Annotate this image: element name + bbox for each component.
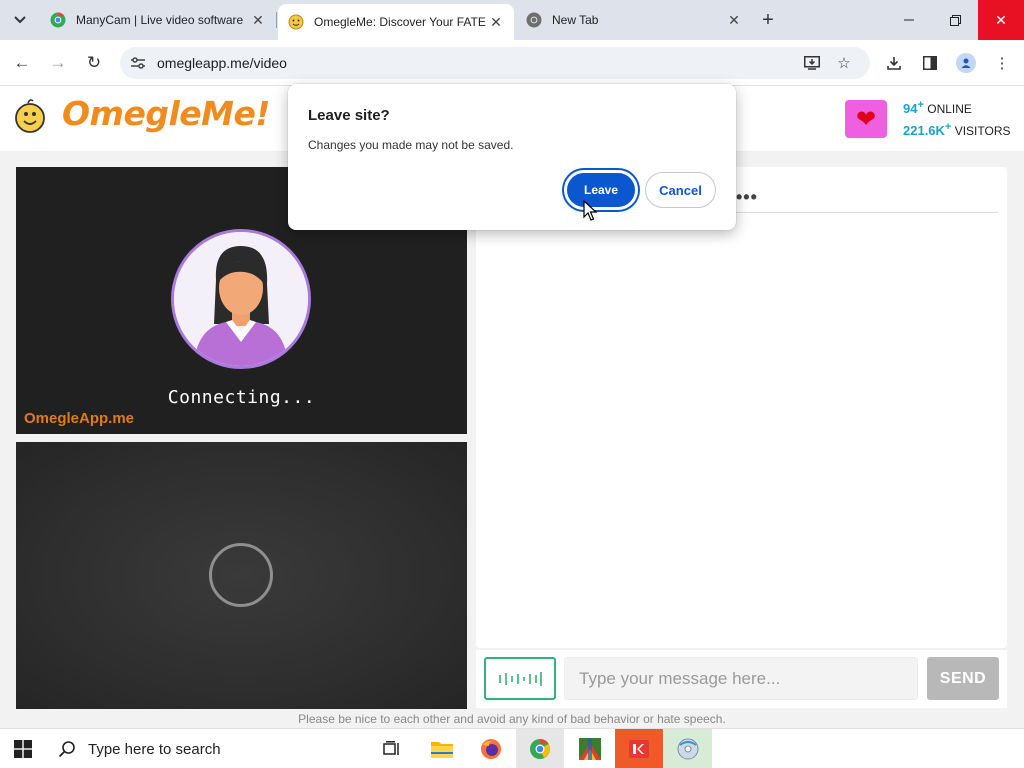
back-arrow-icon[interactable]: ← <box>8 49 36 77</box>
side-panel-icon[interactable] <box>918 51 942 75</box>
windows-taskbar: Type here to search <box>0 728 1024 768</box>
footer-note: Please be nice to each other and avoid a… <box>298 712 726 726</box>
tab-title: OmegleMe: Discover Your FATE <box>314 15 486 29</box>
chat-input-bar: SEND <box>476 650 1007 708</box>
dialog-title: Leave site? <box>308 107 390 124</box>
bookmark-star-icon[interactable]: ☆ <box>834 53 854 73</box>
mouse-pointer-icon <box>583 199 599 222</box>
watermark: OmegleApp.me <box>24 410 135 427</box>
tab-new-tab[interactable]: New Tab ✕ <box>516 0 752 40</box>
self-video <box>16 442 467 709</box>
heart-icon[interactable]: ❤ <box>845 100 887 138</box>
female-avatar-icon <box>174 232 308 366</box>
task-view-icon[interactable] <box>368 729 416 768</box>
manycam-taskbar-icon[interactable] <box>615 729 663 768</box>
search-icon <box>52 740 82 758</box>
logo-smiley-icon <box>14 98 46 136</box>
message-input[interactable] <box>564 657 918 700</box>
loading-spinner-icon <box>209 543 273 607</box>
download-icon[interactable] <box>882 51 906 75</box>
voice-message-button[interactable] <box>484 657 556 700</box>
new-tab-plus-icon[interactable]: + <box>756 8 780 32</box>
sound-wave-icon <box>499 671 542 686</box>
file-explorer-icon[interactable] <box>418 729 466 768</box>
forward-arrow-icon[interactable]: → <box>44 49 72 77</box>
search-text: Type here to search <box>88 740 221 758</box>
browser-toolbar: ← → ↻ omegleapp.me/video ☆ ⋮ <box>0 40 1024 86</box>
connecting-status: Connecting... <box>167 387 316 408</box>
taskbar-search[interactable]: Type here to search <box>52 729 362 768</box>
close-tab-icon[interactable]: ✕ <box>486 12 506 32</box>
install-app-icon[interactable] <box>802 53 822 73</box>
tab-omegleme[interactable]: OmegleMe: Discover Your FATE ✕ <box>278 4 514 40</box>
tab-strip: ManyCam | Live video software ✕ OmegleMe… <box>0 0 1024 40</box>
tab-title: ManyCam | Live video software <box>76 13 244 27</box>
send-button[interactable]: SEND <box>927 657 999 700</box>
tab-title: New Tab <box>552 13 599 27</box>
tab-manycam[interactable]: ManyCam | Live video software ✕ <box>40 0 276 40</box>
avatar <box>171 229 311 369</box>
close-tab-icon[interactable]: ✕ <box>724 10 744 30</box>
tab-separator <box>276 12 277 28</box>
address-bar[interactable]: omegleapp.me/video ☆ <box>120 47 870 79</box>
online-count: 94+ ONLINE <box>903 99 972 116</box>
minimize-icon[interactable] <box>886 0 932 40</box>
main-content: Connecting... OmegleApp.me ••• SEND <box>0 152 1024 728</box>
url-text: omegleapp.me/video <box>157 55 287 71</box>
site-logo[interactable]: OmegleMe! <box>62 94 270 133</box>
chrome-favicon-icon <box>526 12 542 28</box>
windows-start-icon[interactable] <box>14 740 32 758</box>
chat-log: ••• <box>476 167 1007 648</box>
leave-site-dialog: Leave site? Changes you made may not be … <box>288 84 736 230</box>
chrome-favicon-icon <box>50 12 66 28</box>
reload-icon[interactable]: ↻ <box>80 49 108 77</box>
dialog-message: Changes you made may not be saved. <box>308 138 514 152</box>
restore-icon[interactable] <box>932 0 978 40</box>
leave-button[interactable]: Leave <box>564 170 638 210</box>
close-tab-icon[interactable]: ✕ <box>248 10 268 30</box>
close-window-icon[interactable]: ✕ <box>978 0 1024 40</box>
profile-avatar-icon[interactable] <box>956 53 976 73</box>
chrome-taskbar-icon[interactable] <box>516 729 564 768</box>
menu-kebab-icon[interactable]: ⋮ <box>990 51 1014 75</box>
disc-utility-icon[interactable] <box>664 729 712 768</box>
site-info-icon[interactable] <box>128 53 148 73</box>
firefox-icon[interactable] <box>467 729 515 768</box>
cancel-button[interactable]: Cancel <box>645 172 716 208</box>
colorful-app-icon[interactable] <box>566 729 614 768</box>
tab-search-chevron-icon[interactable] <box>6 8 34 32</box>
typing-indicator: ••• <box>736 187 758 207</box>
visitors-count: 221.6K+ VISITORS <box>903 121 1011 138</box>
smiley-favicon-icon <box>288 14 304 30</box>
